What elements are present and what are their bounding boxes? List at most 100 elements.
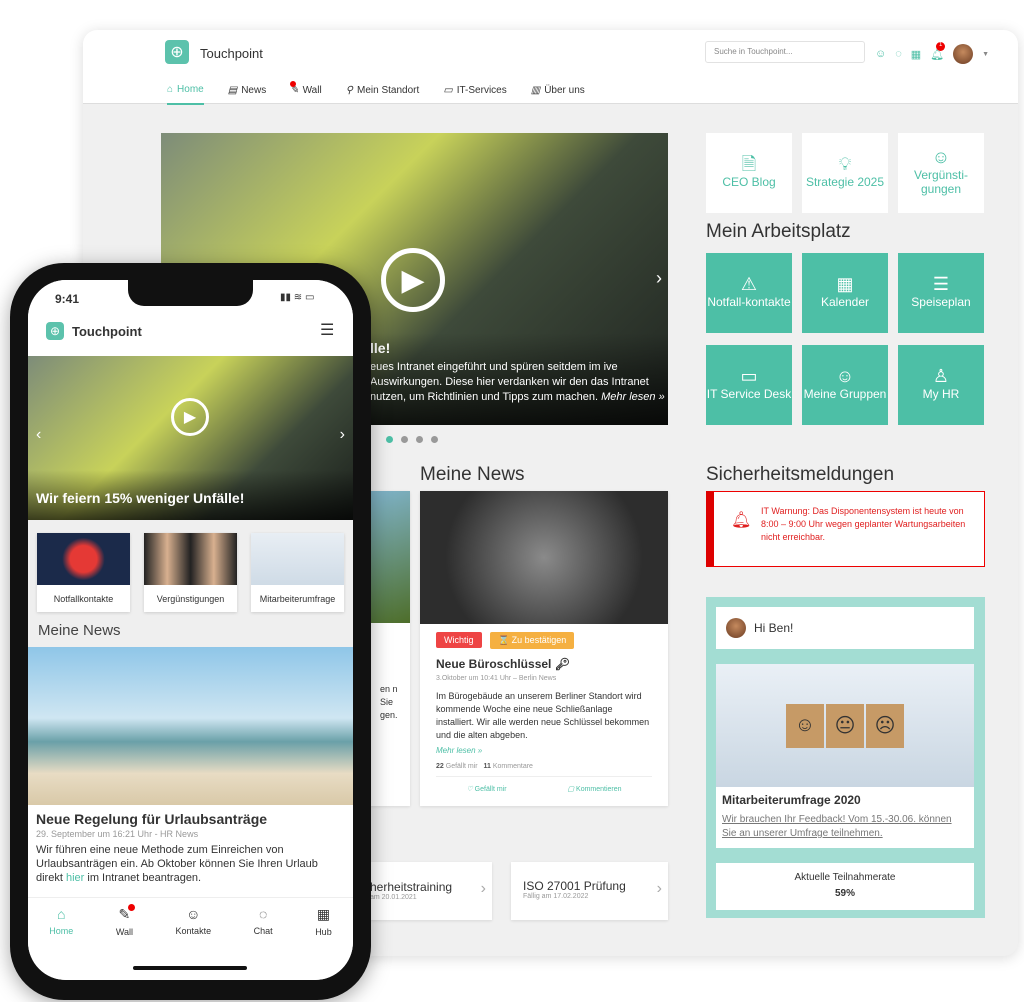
- alarm-bell-icon: 🔔︎: [731, 512, 752, 529]
- tab-hub[interactable]: ▦ Hub: [315, 906, 332, 951]
- workplace-tiles: ⚠︎ Notfall-kontakte ▦ Kalender ☰ Speiseplan…: [706, 253, 986, 425]
- contacts-icon[interactable]: ☺: [875, 48, 886, 60]
- tile-notfallkontakte[interactable]: ⚠︎ Notfall-kontakte: [706, 253, 792, 333]
- tile-meine-gruppen[interactable]: ☺ Meine Gruppen: [802, 345, 888, 425]
- comment-icon: ▢: [567, 786, 575, 793]
- survey-card[interactable]: ☺ 😐︎ ☹ Mitarbeiterumfrage 2020 Wir brauche…: [716, 664, 974, 848]
- nav-wall[interactable]: ✎ Wall: [290, 81, 322, 105]
- phone-hero[interactable]: ▶ ‹ › Wir feiern 15% weniger Unfälle!: [28, 356, 353, 520]
- tile-kalender[interactable]: ▦ Kalender: [802, 253, 888, 333]
- security-alert[interactable]: 🔔︎ IT Warnung: Das Disponentensystem ist…: [706, 491, 985, 567]
- document-icon: 🗎︎: [741, 154, 757, 174]
- news-card[interactable]: Wichtig ⌛ Zu bestätigen Neue Büroschlüss…: [420, 491, 668, 806]
- tab-kontakte[interactable]: ☺ Kontakte: [176, 906, 212, 951]
- phone-tiles: Notfallkontakte Vergünstigungen Mitarbei…: [37, 533, 344, 612]
- monitor-icon: ▭: [740, 366, 758, 386]
- tab-bar: ⌂ Home ✎ Wall ☺ Kontakte ◌ Chat ▦ Hub: [28, 897, 353, 951]
- home-indicator: [133, 966, 247, 970]
- lightbulb-icon: 💡︎: [838, 154, 852, 174]
- slider-dot[interactable]: [386, 436, 393, 443]
- tile-it-service-desk[interactable]: ▭ IT Service Desk: [706, 345, 792, 425]
- chevron-left-icon[interactable]: ‹: [36, 426, 41, 444]
- chevron-right-icon[interactable]: ›: [656, 268, 662, 289]
- nav-news[interactable]: ▤ News: [228, 84, 266, 105]
- warning-icon: ⚠︎: [740, 274, 758, 294]
- slider-dot[interactable]: [416, 436, 423, 443]
- hero-more-link[interactable]: Mehr lesen »: [601, 391, 665, 403]
- tile-mitarbeiterumfrage[interactable]: Mitarbeiterumfrage: [251, 533, 344, 612]
- news-image: [420, 491, 668, 624]
- play-icon[interactable]: ▶: [171, 398, 209, 436]
- apps-grid-icon[interactable]: ▦: [911, 48, 921, 61]
- burger-icon: ☰: [932, 274, 950, 294]
- bell-icon[interactable]: 🔔︎ 1: [930, 41, 946, 61]
- tile-notfallkontakte[interactable]: Notfallkontakte: [37, 533, 130, 612]
- survey-link[interactable]: Wir brauchen Ihr Feedback! Vom 15.-30.06…: [716, 813, 974, 841]
- main-nav: ⌂ Home ▤ News ✎ Wall ⚲ Mein Standort ▭ IT-Ser…: [167, 81, 585, 105]
- calendar-icon: ▦: [836, 274, 854, 294]
- badge-confirm[interactable]: ⌛ Zu bestätigen: [489, 632, 575, 649]
- news-card-partial[interactable]: en n Sie gen.: [370, 491, 410, 806]
- nav-it-services[interactable]: ▭ IT-Services: [443, 84, 506, 105]
- tile-strategie[interactable]: 💡︎ Strategie 2025: [802, 133, 888, 213]
- slider-dot[interactable]: [431, 436, 438, 443]
- notification-badge: 1: [936, 41, 946, 51]
- phone-news-card[interactable]: Neue Regelung für Urlaubsanträge 29. Sep…: [28, 805, 353, 897]
- tile-ceo-blog[interactable]: 🗎︎ CEO Blog: [706, 133, 792, 213]
- tab-wall[interactable]: ✎ Wall: [116, 904, 135, 951]
- news-link[interactable]: hier: [66, 872, 84, 884]
- quick-tiles: 🗎︎ CEO Blog 💡︎ Strategie 2025 ☺ Vergünsti-g…: [706, 133, 984, 213]
- task-card[interactable]: herheitstraining am 20.01.2021 ›: [370, 862, 492, 920]
- like-button[interactable]: ♡ Gefällt mir: [466, 785, 506, 793]
- hamburger-menu-icon[interactable]: ☰: [320, 320, 334, 340]
- home-icon: ⌂: [167, 84, 174, 95]
- newspaper-icon: ▤: [227, 85, 238, 96]
- tab-chat[interactable]: ◌ Chat: [254, 906, 273, 951]
- chevron-right-icon[interactable]: ›: [340, 426, 345, 444]
- grid-icon: ▦: [316, 906, 331, 922]
- monitor-icon: ▭: [443, 85, 453, 96]
- smiley-icon: ☺: [931, 147, 951, 167]
- heart-icon: ♡: [466, 786, 473, 793]
- news-card-title: Neue Büroschlüssel 🔑︎: [436, 657, 570, 671]
- search-input[interactable]: Suche in Touchpoint...: [705, 41, 865, 63]
- chat-icon[interactable]: ◌: [895, 48, 902, 60]
- header-icons: ☺ ◌ ▦ 🔔︎ 1 ▼: [875, 41, 989, 64]
- tile-speiseplan[interactable]: ☰ Speiseplan: [898, 253, 984, 333]
- news-card-text: Im Bürogebäude an unserem Berliner Stand…: [436, 691, 650, 740]
- tile-verguenstigungen[interactable]: Vergünstigungen: [144, 533, 237, 612]
- task-card[interactable]: ISO 27001 Prüfung Fällig am 17.02.2022 ›: [511, 862, 668, 920]
- phone-app-title: Touchpoint: [72, 324, 142, 339]
- tile-verguenstigungen[interactable]: ☺ Vergünsti-gungen: [898, 133, 984, 213]
- status-icons: ▮▮ ≋ ▭: [280, 292, 315, 303]
- badge-important: Wichtig: [436, 632, 482, 648]
- tab-home[interactable]: ⌂ Home: [49, 906, 73, 951]
- phone-hero-title: Wir feiern 15% weniger Unfälle!: [36, 490, 245, 506]
- status-time: 9:41: [55, 292, 80, 306]
- nav-mein-standort[interactable]: ⚲ Mein Standort: [346, 84, 420, 105]
- phone-news-title: Meine News: [38, 622, 121, 639]
- news-title: Meine News: [420, 464, 525, 485]
- play-icon[interactable]: ▶: [381, 248, 445, 312]
- workplace-title: Mein Arbeitsplatz: [706, 221, 851, 242]
- globe-logo-icon: ⊕: [46, 322, 64, 340]
- chevron-right-icon: ›: [656, 880, 662, 897]
- avatar[interactable]: [953, 44, 974, 64]
- nav-home[interactable]: ⌂ Home: [167, 84, 204, 105]
- group-icon: ☺: [835, 366, 855, 386]
- tile-my-hr[interactable]: ♙ My HR: [898, 345, 984, 425]
- person-icon: ♙: [932, 366, 950, 386]
- participation-rate: Aktuelle Teilnahmerate 59%: [716, 863, 974, 910]
- home-icon: ⌂: [57, 906, 66, 922]
- chevron-down-icon[interactable]: ▼: [982, 51, 989, 58]
- chat-icon: ◌: [258, 906, 268, 922]
- slider-dot[interactable]: [401, 436, 408, 443]
- nav-ueber-uns[interactable]: ▥ Über uns: [531, 84, 585, 105]
- contacts-icon: ☺: [186, 906, 201, 922]
- header: ⊕ Touchpoint Suche in Touchpoint... ☺ ◌ …: [83, 30, 1018, 105]
- survey-widget: Hi Ben! ☺ 😐︎ ☹ Mitarbeiterumfrage 2020 Wir…: [706, 597, 985, 918]
- phone-news-image[interactable]: [28, 647, 353, 805]
- avatar: [726, 618, 746, 638]
- read-more-link[interactable]: Mehr lesen »: [436, 746, 652, 755]
- comment-button[interactable]: ▢ Kommentieren: [567, 785, 621, 793]
